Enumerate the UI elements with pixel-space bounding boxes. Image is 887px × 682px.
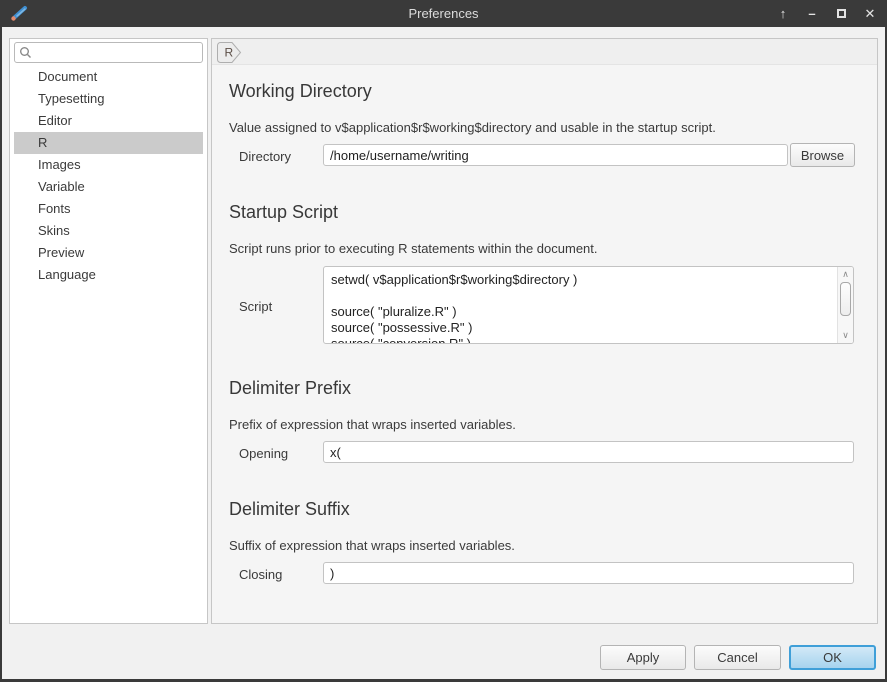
breadcrumb-tag[interactable]: R <box>216 41 244 64</box>
maximize-glyph <box>837 9 846 18</box>
directory-label: Directory <box>239 149 291 164</box>
dialog-body: Document Typesetting Editor R Images Var… <box>2 27 885 679</box>
search-input[interactable] <box>32 46 202 60</box>
browse-button[interactable]: Browse <box>790 143 855 167</box>
script-scrollbar[interactable]: ∧ ∨ <box>837 267 853 343</box>
titlebar: Preferences ↑ – ✕ <box>0 0 887 27</box>
cancel-button[interactable]: Cancel <box>694 645 781 670</box>
sidebar-item-document[interactable]: Document <box>14 66 203 88</box>
sidebar-item-preview[interactable]: Preview <box>14 242 203 264</box>
sidebar: Document Typesetting Editor R Images Var… <box>9 38 208 624</box>
sidebar-item-variable[interactable]: Variable <box>14 176 203 198</box>
window-controls: ↑ – ✕ <box>774 0 879 27</box>
scroll-down-icon[interactable]: ∨ <box>838 329 853 342</box>
sidebar-item-editor[interactable]: Editor <box>14 110 203 132</box>
minimize-icon[interactable]: – <box>803 5 821 23</box>
sidebar-item-language[interactable]: Language <box>14 264 203 286</box>
opening-label: Opening <box>239 446 288 461</box>
delimiter-suffix-title: Delimiter Suffix <box>229 499 350 520</box>
closing-label: Closing <box>239 567 282 582</box>
window-title: Preferences <box>0 0 887 27</box>
maximize-icon[interactable] <box>832 5 850 23</box>
scrollbar-thumb[interactable] <box>840 282 851 316</box>
script-textarea[interactable]: setwd( v$application$r$working$directory… <box>324 267 853 343</box>
shade-icon[interactable]: ↑ <box>774 5 792 23</box>
working-directory-title: Working Directory <box>229 81 372 102</box>
settings-pane: R Working Directory Value assigned to v$… <box>211 38 878 624</box>
search-icon <box>19 46 32 59</box>
preferences-window: Preferences ↑ – ✕ Document Typesetting E… <box>0 0 887 682</box>
scroll-up-icon[interactable]: ∧ <box>838 268 853 281</box>
sidebar-item-typesetting[interactable]: Typesetting <box>14 88 203 110</box>
closing-delimiter-input[interactable] <box>323 562 854 584</box>
apply-button[interactable]: Apply <box>600 645 686 670</box>
sidebar-item-skins[interactable]: Skins <box>14 220 203 242</box>
opening-delimiter-input[interactable] <box>323 441 854 463</box>
sidebar-item-r[interactable]: R <box>14 132 203 154</box>
script-editor: setwd( v$application$r$working$directory… <box>323 266 854 344</box>
breadcrumb-label: R <box>225 46 234 60</box>
breadcrumb: R <box>212 39 877 65</box>
startup-script-description: Script runs prior to executing R stateme… <box>229 241 598 256</box>
sidebar-item-images[interactable]: Images <box>14 154 203 176</box>
close-icon[interactable]: ✕ <box>861 5 879 23</box>
directory-input[interactable] <box>323 144 788 166</box>
delimiter-prefix-title: Delimiter Prefix <box>229 378 351 399</box>
working-directory-description: Value assigned to v$application$r$workin… <box>229 120 716 135</box>
search-box[interactable] <box>14 42 203 63</box>
delimiter-suffix-description: Suffix of expression that wraps inserted… <box>229 538 515 553</box>
startup-script-title: Startup Script <box>229 202 338 223</box>
delimiter-prefix-description: Prefix of expression that wraps inserted… <box>229 417 516 432</box>
script-label: Script <box>239 299 272 314</box>
sidebar-item-fonts[interactable]: Fonts <box>14 198 203 220</box>
settings-nav-list: Document Typesetting Editor R Images Var… <box>14 66 203 286</box>
ok-button[interactable]: OK <box>789 645 876 670</box>
